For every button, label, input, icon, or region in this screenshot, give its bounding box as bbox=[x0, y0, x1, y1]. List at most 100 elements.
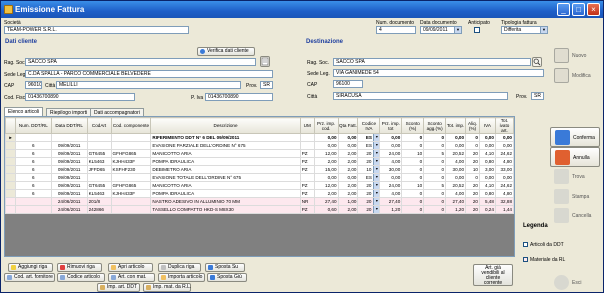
table-cell[interactable]: KJHH433F bbox=[110, 157, 152, 166]
table-cell[interactable]: ES ▼ bbox=[357, 173, 381, 182]
table-cell[interactable]: 6 bbox=[14, 181, 52, 190]
chevron-down-icon[interactable]: ▼ bbox=[373, 198, 379, 205]
import-article-button[interactable]: Importa articolo bbox=[158, 273, 205, 282]
table-cell[interactable]: 10 bbox=[465, 165, 480, 174]
table-cell[interactable]: 0,00 bbox=[337, 133, 359, 142]
table-cell[interactable]: 33,00 bbox=[494, 165, 514, 174]
chevron-down-icon[interactable]: ▼ bbox=[373, 150, 379, 157]
table-row[interactable]: 6 09/09/2011 EVASIONE PARZIALE DELL'ORDINE… bbox=[5, 141, 514, 150]
table-cell[interactable]: ES ▼ bbox=[357, 133, 381, 142]
table-cell[interactable]: 4,00 bbox=[445, 189, 467, 198]
num-doc-field[interactable]: 4 bbox=[376, 26, 416, 34]
table-cell[interactable]: ES ▼ bbox=[357, 141, 381, 150]
table-cell[interactable]: 0,80 bbox=[478, 157, 496, 166]
tipologia-select[interactable]: Differita ▼ bbox=[501, 26, 548, 34]
table-cell[interactable]: 4,80 bbox=[494, 157, 514, 166]
table-cell[interactable]: 24,00 bbox=[379, 181, 403, 190]
table-cell[interactable]: 0,00 bbox=[445, 141, 467, 150]
table-cell[interactable]: KL5463 bbox=[86, 157, 112, 166]
table-cell[interactable]: 0 bbox=[423, 157, 447, 166]
table-cell[interactable]: EVASIONE TOTALE DELL'ORDINE N° 675 bbox=[150, 173, 301, 182]
table-row[interactable]: 6 09/09/2011 GT6455 GFHFG865 MANICOTTO ARIA P… bbox=[5, 181, 514, 190]
article-with-material-button[interactable]: Art. con mat. bbox=[108, 273, 155, 282]
table-cell[interactable]: RIFERIMENTO DDT N° 6 DEL 09/09/2011 bbox=[150, 133, 301, 142]
table-cell[interactable]: 0,00 bbox=[379, 141, 403, 150]
table-cell[interactable]: 0,00 bbox=[337, 141, 359, 150]
table-row[interactable]: 6 09/09/2011 JFFD65 KSFHF230 DEBIMETRO ARIA P… bbox=[5, 165, 514, 174]
delete-button[interactable]: Cancella bbox=[550, 206, 600, 226]
table-cell[interactable]: 6 bbox=[14, 157, 52, 166]
table-cell[interactable] bbox=[14, 205, 52, 214]
table-cell[interactable]: NASTRO ADESIVO IN ALLUMINIO 70 MM bbox=[150, 197, 301, 206]
add-row-button[interactable]: Aggiungi riga bbox=[8, 263, 53, 272]
table-cell[interactable]: 4,10 bbox=[478, 181, 496, 190]
table-cell[interactable]: 1,44 bbox=[494, 205, 514, 214]
supplier-code-button[interactable]: Cod. art. fornitore bbox=[4, 273, 55, 282]
row-selector[interactable] bbox=[5, 141, 16, 150]
table-cell[interactable]: 09/09/2011 bbox=[50, 157, 88, 166]
table-cell[interactable]: 1,00 bbox=[337, 197, 359, 206]
table-cell[interactable] bbox=[50, 133, 88, 142]
table-row[interactable]: 6 09/09/2011 KL5463 KJHH433F POMPA IDRAULICA… bbox=[5, 157, 514, 166]
column-header[interactable]: Data DDT/RL bbox=[50, 117, 88, 134]
new-button[interactable]: Nuovo bbox=[550, 46, 600, 66]
column-header[interactable]: CodArt bbox=[86, 117, 112, 134]
duplicate-row-button[interactable]: Duplica riga bbox=[158, 263, 201, 272]
open-article-button[interactable]: Apri articolo bbox=[108, 263, 153, 272]
table-cell[interactable]: 0 bbox=[465, 133, 480, 142]
column-header[interactable]: UM bbox=[299, 117, 315, 134]
table-cell[interactable]: 6 bbox=[14, 173, 52, 182]
table-cell[interactable]: 4,80 bbox=[494, 189, 514, 198]
table-cell[interactable]: GT6455 bbox=[86, 181, 112, 190]
table-cell[interactable]: 4,00 bbox=[379, 189, 403, 198]
remove-row-button[interactable]: Rimuovi riga bbox=[57, 263, 102, 272]
sellable-articles-button[interactable]: Art. già vendibili al cliente corrente bbox=[473, 264, 513, 286]
table-cell[interactable]: 20 ▼ bbox=[357, 197, 381, 206]
table-cell[interactable]: KSFHF230 bbox=[110, 165, 152, 174]
table-cell[interactable] bbox=[299, 133, 315, 142]
dest-prov-field[interactable]: SR bbox=[531, 92, 544, 100]
table-cell[interactable]: 5 bbox=[423, 149, 447, 158]
client-prov-field[interactable]: SR bbox=[260, 81, 273, 89]
table-cell[interactable]: 5,48 bbox=[478, 197, 496, 206]
table-cell[interactable]: JFFD65 bbox=[86, 165, 112, 174]
find-button[interactable]: Trova bbox=[550, 167, 600, 187]
table-cell[interactable]: POMPA IDRAULICA bbox=[150, 157, 301, 166]
data-doc-picker[interactable]: 09/09/2011 ▼ bbox=[420, 26, 462, 34]
table-cell[interactable]: 201/8 bbox=[86, 197, 112, 206]
table-cell[interactable]: 0 bbox=[465, 173, 480, 182]
column-header[interactable]: IVA bbox=[478, 117, 496, 134]
table-cell[interactable]: 0 bbox=[401, 189, 425, 198]
table-cell[interactable]: 2,00 bbox=[337, 205, 359, 214]
table-cell[interactable] bbox=[110, 133, 152, 142]
verify-client-button[interactable]: Verifica dati cliente bbox=[197, 47, 255, 56]
row-selector[interactable] bbox=[5, 205, 16, 214]
table-cell[interactable]: 0,00 bbox=[313, 133, 339, 142]
table-cell[interactable] bbox=[86, 133, 112, 142]
table-row[interactable]: 6 09/09/2011 GT6455 GFHFG865 MANICOTTO ARIA P… bbox=[5, 149, 514, 158]
column-header[interactable]: Descrizione bbox=[150, 117, 301, 134]
table-cell[interactable]: 0,00 bbox=[313, 173, 339, 182]
table-cell[interactable]: 0,00 bbox=[494, 133, 514, 142]
table-cell[interactable]: 30,00 bbox=[379, 165, 403, 174]
import-ddt-button[interactable]: Imp. art. DDT bbox=[97, 283, 140, 292]
table-cell[interactable]: 20 ▼ bbox=[357, 157, 381, 166]
table-cell[interactable]: 1,20 bbox=[445, 205, 467, 214]
table-cell[interactable]: PZ bbox=[299, 157, 315, 166]
table-cell[interactable]: 6 bbox=[14, 189, 52, 198]
column-header[interactable]: Prz. imp. cod. bbox=[313, 117, 339, 134]
table-cell[interactable]: GFHFG865 bbox=[110, 149, 152, 158]
table-cell[interactable]: 2,00 bbox=[337, 149, 359, 158]
table-cell[interactable]: 15,00 bbox=[313, 165, 339, 174]
table-cell[interactable]: PZ bbox=[299, 189, 315, 198]
table-cell[interactable]: 10 ▼ bbox=[357, 165, 381, 174]
table-row[interactable]: 24/06/2011 201/8 NASTRO ADESIVO IN ALLUMIN… bbox=[5, 197, 514, 206]
column-header[interactable]: Prz. imp. tot bbox=[379, 117, 403, 134]
table-cell[interactable]: 4,10 bbox=[478, 149, 496, 158]
row-selector[interactable] bbox=[5, 181, 16, 190]
table-cell[interactable]: 27,40 bbox=[445, 197, 467, 206]
exit-button[interactable]: Esci bbox=[550, 273, 600, 293]
table-cell[interactable]: MANICOTTO ARIA bbox=[150, 181, 301, 190]
table-cell[interactable]: 20 bbox=[465, 181, 480, 190]
table-row[interactable]: 6 09/09/2011 EVASIONE TOTALE DELL'ORDINE N… bbox=[5, 173, 514, 182]
